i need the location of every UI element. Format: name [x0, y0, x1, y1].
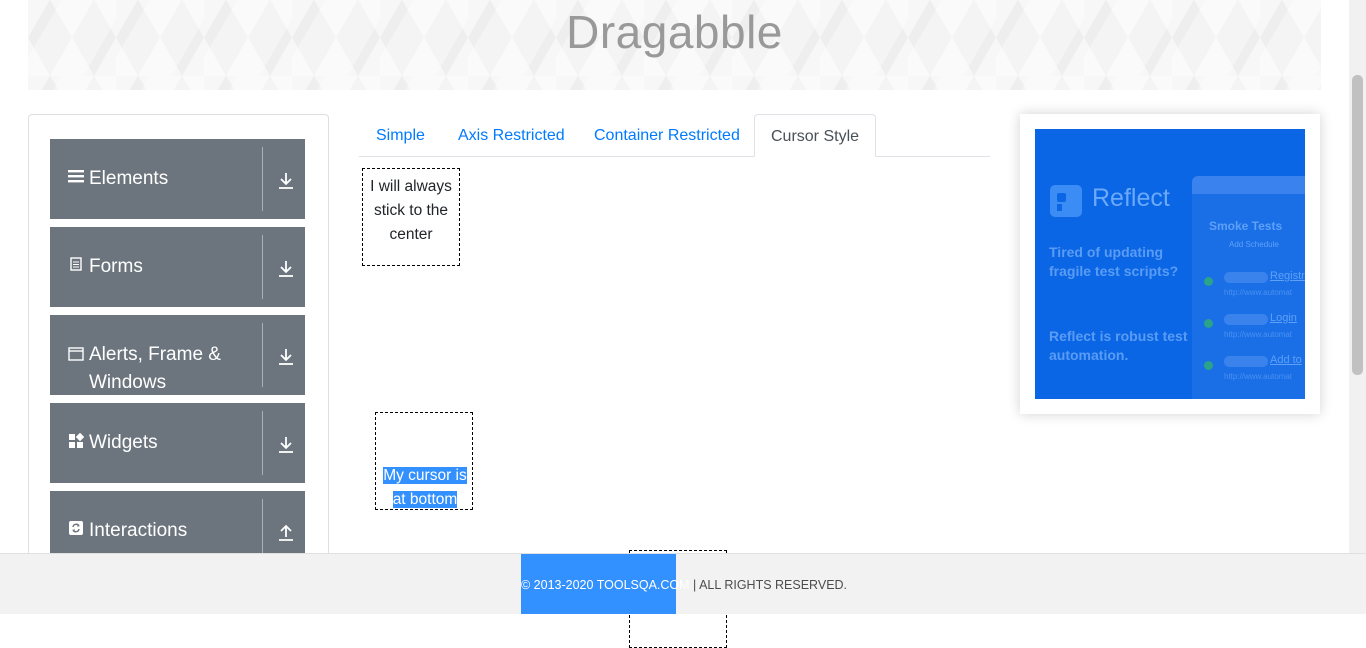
download-icon[interactable]	[276, 433, 296, 457]
drag-box-cursor-bottom[interactable]: My cursor is at bottom	[375, 412, 473, 510]
group-alerts-frame-windows[interactable]: Alerts, Frame & Windows	[50, 315, 305, 395]
group-elements[interactable]: Elements	[50, 139, 305, 219]
download-icon[interactable]	[276, 257, 296, 281]
tab-bar: Simple Axis Restricted Container Restric…	[359, 114, 990, 157]
mockup-row: Login http://www.automat	[1204, 312, 1305, 348]
mockup-row: Registr http://www.automat	[1204, 270, 1305, 306]
group-label: Elements	[89, 168, 169, 189]
footer-copyright-selected: © 2013-2020 TOOLSQA.COM	[521, 578, 690, 592]
download-icon[interactable]	[276, 169, 296, 193]
ad-brand: Reflect	[1092, 184, 1170, 212]
mockup-row-name: Registr	[1270, 270, 1305, 282]
tab-axis-restricted[interactable]: Axis Restricted	[442, 114, 581, 155]
status-dot	[1204, 277, 1213, 286]
status-pill	[1224, 356, 1268, 367]
group-label: Interactions	[89, 520, 188, 541]
group-label: Forms	[89, 256, 143, 277]
ad-tagline-secondary: Reflect is robust test automation.	[1049, 328, 1188, 363]
mockup-row-url: http://www.automat	[1224, 330, 1293, 339]
mockup-window-bar	[1192, 176, 1305, 194]
page-banner: Dragabble	[28, 0, 1321, 90]
tab-cursor-style[interactable]: Cursor Style	[754, 114, 877, 157]
group-divider	[262, 411, 263, 475]
mockup-title: Smoke Tests	[1209, 219, 1283, 233]
ad-app-mockup: Smoke Tests Add Schedule Registr http://…	[1192, 176, 1305, 399]
scrollbar-thumb[interactable]	[1352, 75, 1363, 375]
tab-simple[interactable]: Simple	[360, 114, 441, 155]
mockup-row-name: Add to	[1270, 354, 1302, 366]
status-pill	[1224, 314, 1268, 325]
ad-banner[interactable]: Reflect Tired of updating fragile test s…	[1035, 129, 1305, 399]
status-dot	[1204, 319, 1213, 328]
group-label: Alerts, Frame & Windows	[89, 344, 221, 393]
ad-tagline: Tired of updating fragile test scripts?	[1049, 244, 1179, 279]
widgets-icon	[67, 432, 85, 453]
page-title: Dragabble	[566, 6, 783, 58]
footer-rights: | ALL RIGHTS RESERVED.	[689, 578, 848, 592]
reflect-logo-icon	[1050, 185, 1082, 217]
group-forms[interactable]: Forms	[50, 227, 305, 307]
group-divider	[262, 147, 263, 211]
drag-box-cursor-center[interactable]: I will always stick to the center	[362, 168, 460, 266]
mockup-row: Add to http://www.automat	[1204, 354, 1305, 390]
download-icon[interactable]	[276, 345, 296, 369]
document-icon	[67, 257, 85, 275]
status-pill	[1224, 272, 1268, 283]
drag-box-label: I will always stick to the center	[370, 178, 452, 243]
page-scrollbar[interactable]	[1349, 0, 1366, 553]
group-divider	[262, 323, 263, 387]
window-icon	[67, 347, 85, 365]
hamburger-icon	[67, 169, 85, 187]
footer: © 2013-2020 TOOLSQA.COM | ALL RIGHTS RES…	[0, 553, 1366, 614]
tab-container-restricted[interactable]: Container Restricted	[578, 114, 756, 155]
mockup-row-name: Login	[1270, 312, 1297, 324]
mockup-subtitle: Add Schedule	[1229, 240, 1279, 249]
group-divider	[262, 235, 263, 299]
left-panel: Elements Forms Alerts, Frame & Windows W…	[28, 114, 329, 576]
group-widgets[interactable]: Widgets	[50, 403, 305, 483]
mockup-row-url: http://www.automat	[1224, 372, 1293, 381]
upload-icon[interactable]	[276, 521, 296, 545]
mockup-row-url: http://www.automat	[1224, 288, 1293, 297]
ad-container: Reflect Tired of updating fragile test s…	[1020, 114, 1320, 414]
drag-box-label: My cursor is at bottom	[383, 467, 467, 508]
sync-icon	[67, 521, 85, 539]
status-dot	[1204, 361, 1213, 370]
footer-copyright: © 2013-2020 TOOLSQA.COM | ALL RIGHTS RES…	[521, 578, 847, 592]
group-label: Widgets	[89, 432, 158, 453]
